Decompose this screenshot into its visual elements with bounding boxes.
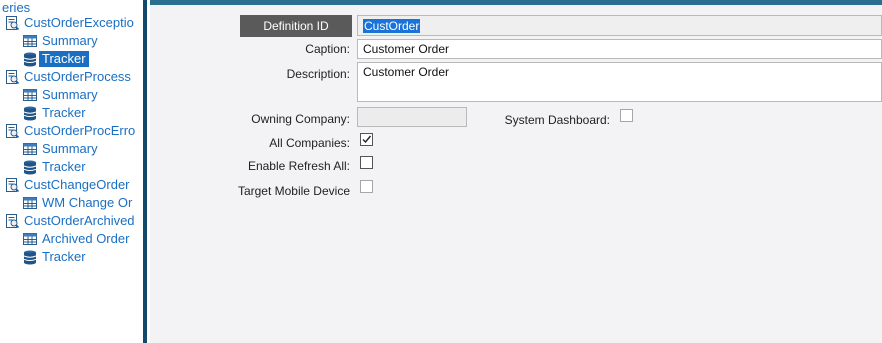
tree-node-label: Tracker bbox=[42, 249, 86, 264]
tree-child-node[interactable]: Tracker bbox=[22, 104, 89, 122]
system-dashboard-label: System Dashboard: bbox=[504, 113, 610, 127]
tree-child-node[interactable]: Summary bbox=[22, 32, 101, 50]
target-mobile-device-label: Target Mobile Device bbox=[237, 184, 350, 198]
tree-node-label: Tracker bbox=[42, 105, 86, 120]
report-icon bbox=[4, 177, 20, 193]
description-field[interactable]: Customer Order bbox=[357, 62, 882, 102]
tree-child-node[interactable]: WM Change Or bbox=[22, 194, 135, 212]
definition-id-value: CustOrder bbox=[363, 19, 421, 33]
enable-refresh-all-label: Enable Refresh All: bbox=[247, 159, 350, 173]
tree-node-label: Tracker bbox=[39, 51, 89, 67]
tree-child-node[interactable]: Tracker bbox=[22, 248, 89, 266]
definition-id-label: Definition ID bbox=[240, 15, 352, 37]
tree-child-node[interactable]: Archived Order bbox=[22, 230, 132, 248]
all-companies-checkbox[interactable] bbox=[360, 133, 373, 146]
report-icon bbox=[4, 213, 20, 229]
database-icon bbox=[22, 159, 38, 175]
tree-node-label: Archived Order bbox=[42, 231, 130, 246]
definition-id-field[interactable]: CustOrder bbox=[357, 15, 882, 36]
caption-label: Caption: bbox=[305, 42, 350, 56]
database-icon bbox=[22, 51, 38, 67]
tree-node-label: CustChangeOrder bbox=[24, 177, 130, 192]
tree-node-label: CustOrderProcess bbox=[24, 69, 131, 84]
target-mobile-device-checkbox[interactable] bbox=[360, 180, 373, 193]
report-icon bbox=[4, 123, 20, 139]
table-icon bbox=[22, 195, 38, 211]
table-icon bbox=[22, 87, 38, 103]
all-companies-label: All Companies: bbox=[269, 136, 350, 150]
tree-node-label: CustOrderProcErro bbox=[24, 123, 136, 138]
table-icon bbox=[22, 141, 38, 157]
table-icon bbox=[22, 33, 38, 49]
report-icon bbox=[4, 15, 20, 31]
tree-node-label: CustOrderArchived bbox=[24, 213, 135, 228]
database-icon bbox=[22, 105, 38, 121]
system-dashboard-checkbox[interactable] bbox=[620, 109, 633, 122]
tree-child-node[interactable]: Tracker bbox=[22, 50, 89, 68]
app-window: eries CustOrderExceptio Summary Tracker Cus… bbox=[0, 0, 882, 343]
table-icon bbox=[22, 231, 38, 247]
tree-node-label: Summary bbox=[42, 33, 98, 48]
enable-refresh-all-checkbox[interactable] bbox=[360, 156, 373, 169]
report-icon bbox=[4, 69, 20, 85]
tree-node-label: CustOrderExceptio bbox=[24, 15, 134, 30]
tree-node-label: WM Change Or bbox=[42, 195, 133, 210]
tree-node-label: Tracker bbox=[42, 159, 86, 174]
database-icon bbox=[22, 249, 38, 265]
tree-node-label: Summary bbox=[42, 87, 98, 102]
caption-field[interactable]: Customer Order bbox=[357, 39, 882, 59]
tree-child-node[interactable]: Summary bbox=[22, 86, 101, 104]
dashboard-tree[interactable]: eries CustOrderExceptio Summary Tracker Cus… bbox=[0, 0, 143, 343]
tree-header-label: eries bbox=[2, 0, 31, 15]
tree-group-node[interactable]: CustChangeOrder bbox=[4, 176, 133, 194]
description-label: Description: bbox=[286, 67, 350, 81]
tree-group-node[interactable]: CustOrderArchived bbox=[4, 212, 138, 230]
tree-group-node[interactable]: CustOrderProcErro bbox=[4, 122, 138, 140]
tree-node-label: Summary bbox=[42, 141, 98, 156]
owning-company-label: Owning Company: bbox=[251, 112, 350, 126]
tree-group-node[interactable]: CustOrderExceptio bbox=[4, 14, 137, 32]
owning-company-field[interactable] bbox=[357, 107, 467, 127]
tree-child-node[interactable]: Tracker bbox=[22, 158, 89, 176]
tree-child-node[interactable]: Summary bbox=[22, 140, 101, 158]
tree-group-node[interactable]: CustOrderProcess bbox=[4, 68, 134, 86]
